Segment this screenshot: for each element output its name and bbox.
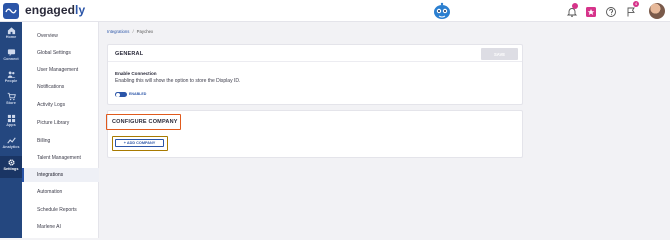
- general-card-header: GENERAL SAVE: [108, 45, 522, 62]
- rail-item-store[interactable]: Store: [0, 90, 22, 111]
- breadcrumb-integrations-link[interactable]: Integrations: [107, 29, 129, 34]
- enable-connection-toggle[interactable]: [115, 92, 127, 97]
- enable-connection-title: Enable Connection: [115, 71, 157, 76]
- add-company-button[interactable]: + ADD COMPANY: [115, 139, 164, 147]
- rail-item-connect[interactable]: Connect: [0, 46, 22, 67]
- kudos-icon[interactable]: [585, 5, 597, 17]
- rail-label: Settings: [3, 167, 19, 171]
- rail-item-home[interactable]: Home: [0, 24, 22, 45]
- sidebar-item-overview[interactable]: Overview: [22, 29, 99, 43]
- rail-item-analytics[interactable]: Analytics: [0, 134, 22, 155]
- sidebar-item-talent-management[interactable]: Talent Management: [22, 151, 99, 165]
- rail-label: Home: [5, 35, 17, 39]
- general-card: GENERAL SAVE Enable Connection Enabling …: [107, 44, 523, 105]
- rail-label: People: [4, 79, 18, 83]
- app-switcher-icon[interactable]: [3, 3, 19, 19]
- sidebar-item-activity-logs[interactable]: Activity Logs: [22, 98, 99, 112]
- configure-company-title: CONFIGURE COMPANY: [112, 119, 178, 125]
- sidebar-item-marlene-ai[interactable]: Marlene AI: [22, 220, 99, 234]
- rail-item-people[interactable]: People: [0, 68, 22, 89]
- sidebar-item-notifications[interactable]: Notifications: [22, 80, 99, 94]
- app-logo[interactable]: engagedly: [25, 3, 85, 17]
- rail-label: Store: [6, 101, 16, 105]
- rail-label: Connect: [3, 57, 19, 61]
- settings-sidebar: Overview Global Settings User Management…: [22, 22, 99, 238]
- sidebar-item-global-settings[interactable]: Global Settings: [22, 46, 99, 60]
- main-nav-rail: Home Connect People Store Apps Analytics…: [0, 22, 22, 238]
- chat-icon: [7, 49, 15, 57]
- sidebar-item-schedule-reports[interactable]: Schedule Reports: [22, 203, 99, 217]
- sidebar-item-integrations[interactable]: Integrations: [22, 168, 99, 182]
- avatar[interactable]: [649, 3, 665, 19]
- home-icon: [7, 27, 15, 35]
- configure-company-highlight: CONFIGURE COMPANY: [106, 114, 181, 130]
- configure-company-card: CONFIGURE COMPANY + ADD COMPANY: [106, 110, 523, 158]
- toggle-status-label: ENABLED: [129, 92, 147, 96]
- general-title: GENERAL: [115, 51, 144, 57]
- sidebar-item-billing[interactable]: Billing: [22, 134, 99, 148]
- sidebar-item-user-management[interactable]: User Management: [22, 63, 99, 77]
- bell-dot: [572, 3, 578, 9]
- people-icon: [7, 71, 15, 78]
- apps-icon: [7, 114, 15, 123]
- sidebar-item-picture-library[interactable]: Picture Library: [22, 116, 99, 130]
- sidebar-item-automation[interactable]: Automation: [22, 185, 99, 199]
- enable-connection-description: Enabling this will show the option to st…: [115, 78, 241, 84]
- breadcrumb: Integrations / Paychex: [107, 29, 153, 34]
- add-company-highlight: + ADD COMPANY: [112, 136, 168, 151]
- rail-item-settings[interactable]: Settings: [0, 156, 22, 178]
- rail-item-apps[interactable]: Apps: [0, 112, 22, 133]
- top-bar: engagedly 4: [0, 0, 670, 22]
- gear-icon: [7, 159, 15, 166]
- notification-count-badge: 4: [633, 1, 639, 7]
- help-icon[interactable]: [605, 5, 617, 17]
- analytics-icon: [6, 137, 16, 144]
- breadcrumb-separator: /: [132, 29, 134, 34]
- mascot-icon[interactable]: [432, 2, 452, 21]
- rail-label: Apps: [6, 123, 16, 127]
- save-button[interactable]: SAVE: [481, 48, 518, 60]
- cart-icon: [7, 92, 16, 101]
- breadcrumb-current: Paychex: [136, 29, 154, 34]
- rail-label: Analytics: [2, 145, 20, 149]
